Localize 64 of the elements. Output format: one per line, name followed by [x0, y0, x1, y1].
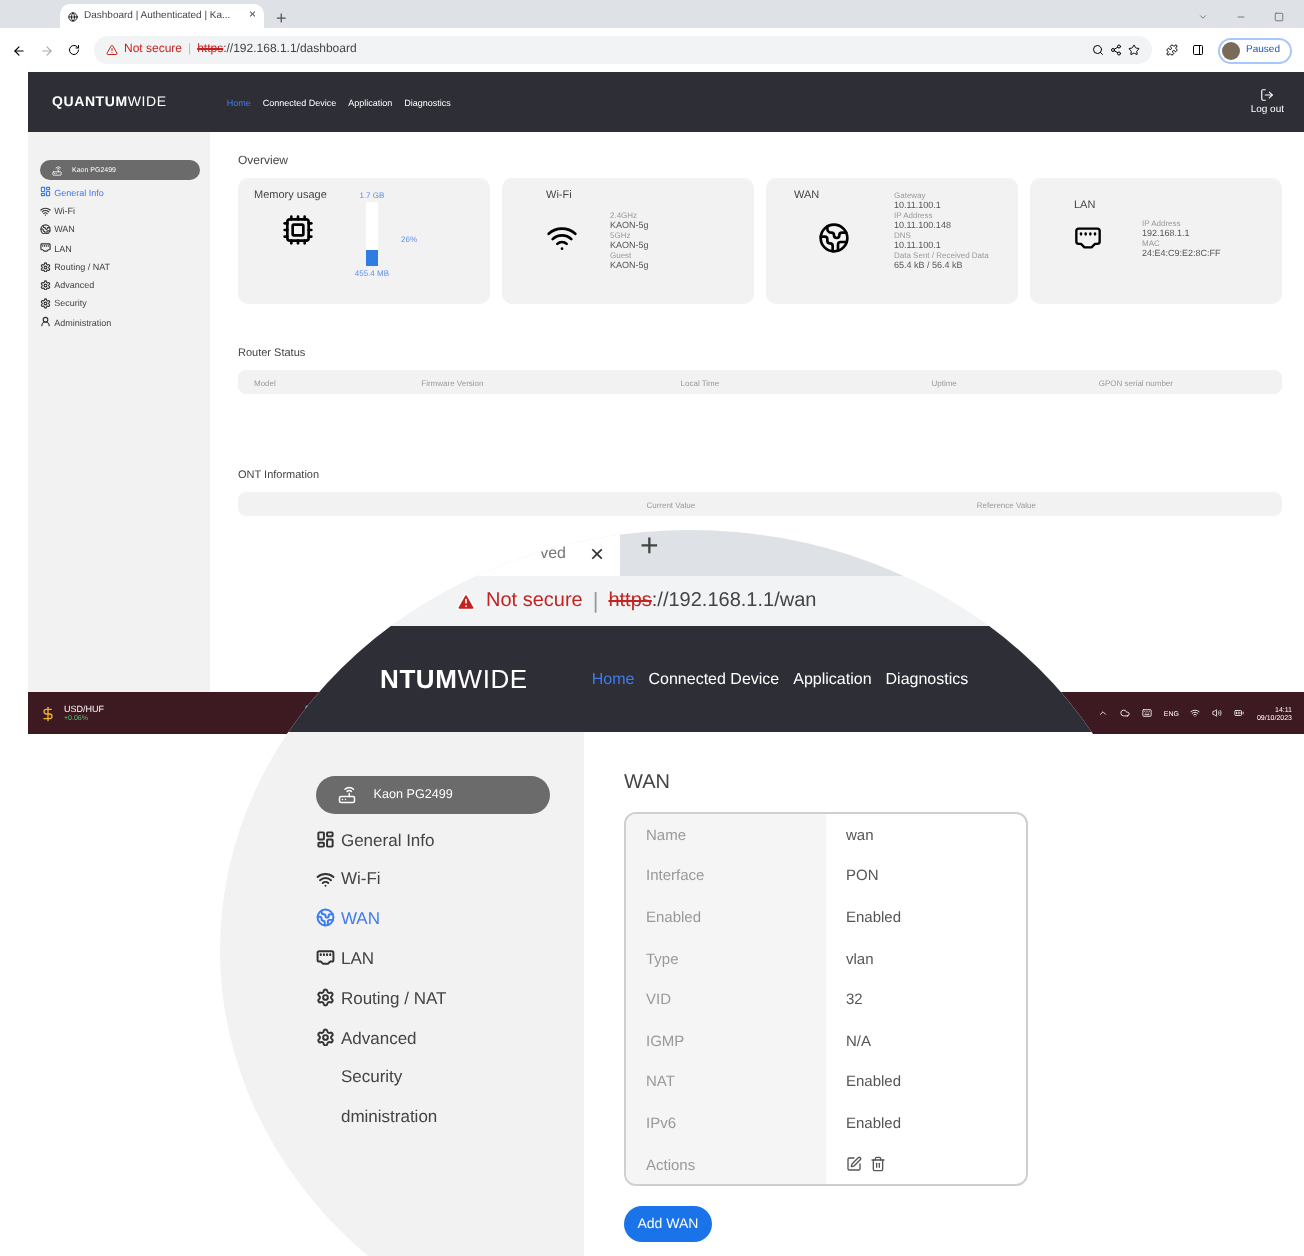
chip-icon: [282, 214, 314, 246]
maximize-icon: [1274, 12, 1284, 22]
puzzle-icon: [1166, 44, 1179, 56]
zoom-icon: [1092, 44, 1105, 56]
settings-icon: [316, 1027, 335, 1047]
ethernet-port-icon: [316, 948, 335, 968]
separator: |: [592, 589, 599, 613]
globe-icon: [40, 223, 51, 235]
nav-link[interactable]: Application: [793, 670, 872, 688]
dashboard-icon: [40, 186, 51, 198]
globe-icon: [818, 222, 850, 254]
back-icon: [12, 43, 26, 57]
wifi-icon: [1190, 708, 1201, 718]
ethernet-port-icon: [1074, 224, 1102, 252]
share-icon: [1110, 44, 1123, 56]
sidebar-item[interactable]: General Info: [316, 819, 584, 859]
router-icon: [52, 165, 62, 175]
sidebar-item[interactable]: dministration: [316, 1096, 584, 1137]
security-label: Not secure: [486, 590, 583, 612]
dashboard-icon: [316, 829, 335, 849]
wifi-icon: [546, 222, 578, 254]
page-title: WAN: [624, 772, 672, 794]
warning-icon: [456, 591, 476, 611]
volume-icon: [1212, 708, 1223, 718]
sidebar-item[interactable]: Routing / NAT: [316, 977, 584, 1018]
cloud-icon: [1119, 708, 1130, 718]
chevron-down-icon: [1198, 12, 1208, 22]
logout-icon: [1260, 88, 1275, 102]
wifi-icon: [316, 869, 335, 889]
sidebar-item[interactable]: WAN: [316, 898, 584, 939]
reload-icon: [68, 44, 80, 56]
logo: NTUMWIDE: [380, 664, 528, 694]
star-icon: [1128, 44, 1141, 56]
ethernet-port-icon: [40, 242, 51, 254]
globe-icon: [316, 908, 335, 928]
settings-icon: [316, 988, 335, 1008]
url-text: https://192.168.1.1/wan: [608, 590, 817, 612]
settings-icon: [40, 261, 51, 273]
new-tab-button[interactable]: +: [640, 530, 659, 576]
edit-icon[interactable]: [846, 1156, 862, 1173]
new-tab-button[interactable]: +: [276, 8, 287, 28]
trash-icon[interactable]: [870, 1156, 886, 1173]
forward-icon: [40, 43, 54, 57]
minimize-icon: [1236, 12, 1246, 22]
sidebar-item[interactable]: Wi-Fi: [316, 858, 584, 899]
warning-icon: [106, 44, 118, 56]
user-icon: [40, 316, 51, 328]
settings-icon: [40, 298, 51, 310]
settings-icon: [40, 279, 51, 291]
currency-icon: [40, 705, 56, 721]
sidebar-item[interactable]: Security: [316, 1056, 584, 1097]
battery-icon: [1234, 708, 1245, 718]
tab-close[interactable]: ×: [589, 539, 604, 567]
chevron-up-icon: [1097, 708, 1108, 718]
router-icon: [337, 786, 356, 804]
tab-title: ved: [540, 544, 566, 562]
wifi-icon: [40, 205, 51, 217]
globe-icon: [68, 11, 78, 21]
keyboard-icon: [1141, 708, 1152, 718]
nav-link[interactable]: Connected Device: [648, 670, 780, 688]
side-panel-icon: [1192, 44, 1205, 56]
nav-link[interactable]: Diagnostics: [885, 670, 969, 688]
sidebar-item[interactable]: Advanced: [316, 1017, 584, 1057]
sidebar-item[interactable]: LAN: [316, 938, 584, 978]
